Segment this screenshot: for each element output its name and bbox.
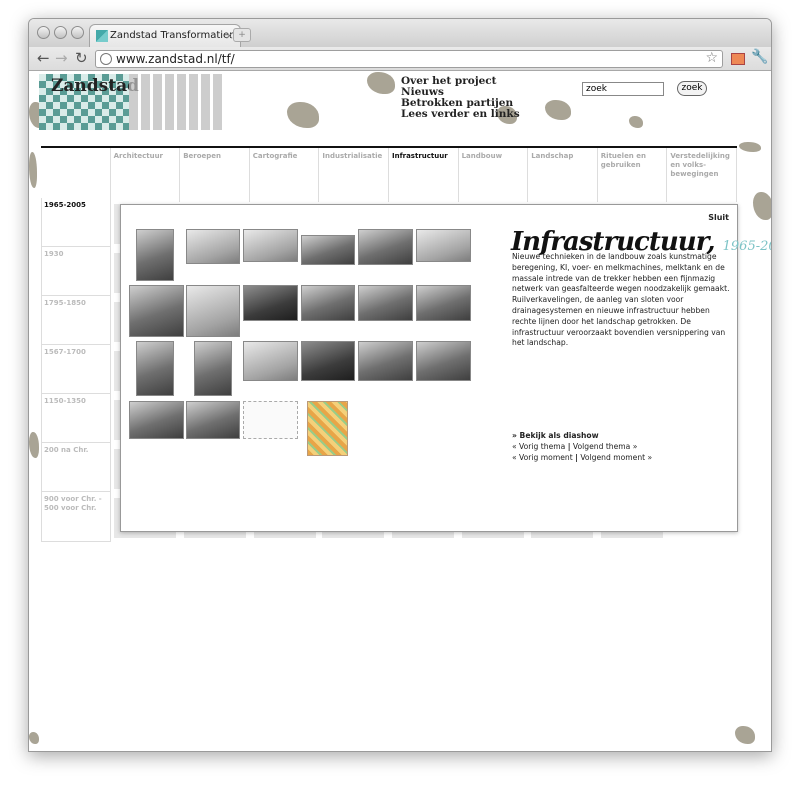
web-page: Zandstad Over het project Nieuws Betrokk… [29,72,771,751]
theme-verstedelijking[interactable]: Verstedelijking en volks-bewegingen [667,148,737,202]
theme-beroepen[interactable]: Beroepen [180,148,250,202]
link-separator: | [567,442,571,451]
theme-industrialisatie[interactable]: Industrialisatie [319,148,389,202]
period-200-na-chr[interactable]: 200 na Chr. [41,443,111,492]
wrench-icon[interactable]: 🔧 [751,49,768,65]
map-blob [287,102,319,128]
map-blob [29,732,39,744]
photo-thumbnail[interactable] [301,341,355,381]
theme-cartografie[interactable]: Cartografie [250,148,320,202]
favicon-icon [96,30,108,42]
theme-architectuur[interactable]: Architectuur [111,148,181,202]
address-bar[interactable]: www.zandstad.nl/tf/ ☆ [95,50,723,68]
theme-description: Nieuwe technieken in de landbouw zoals k… [512,252,730,348]
sketch-thumbnail[interactable] [243,401,298,439]
reload-icon[interactable]: ↻ [75,50,88,66]
theme-landbouw[interactable]: Landbouw [459,148,529,202]
photo-thumbnail[interactable] [186,401,240,439]
period-1965-2005[interactable]: 1965-2005 [41,198,111,247]
globe-icon [100,53,112,65]
photo-thumbnail[interactable] [129,285,184,337]
map-blob [753,192,771,220]
photo-thumbnail[interactable] [301,235,355,265]
map-blob [545,100,571,120]
empty-corner-cell [41,148,111,202]
photo-thumbnail[interactable] [416,229,471,262]
extension-icon[interactable] [731,53,745,65]
close-overlay-button[interactable]: Sluit [708,213,729,222]
back-arrow-icon[interactable]: ← [37,50,50,66]
new-tab-button[interactable]: + [233,28,251,42]
browser-toolbar: ← → ↻ www.zandstad.nl/tf/ ☆ 🔧 [29,47,771,71]
theme-rituelen[interactable]: Rituelen en gebruiken [598,148,668,202]
map-blob [739,142,761,152]
photo-thumbnail[interactable] [129,401,184,439]
photo-thumbnail[interactable] [358,229,413,265]
period-1567-1700[interactable]: 1567-1700 [41,345,111,394]
period-1930[interactable]: 1930 [41,247,111,296]
photo-thumbnail[interactable] [243,341,298,381]
forward-arrow-icon[interactable]: → [55,50,68,66]
map-thumbnail[interactable] [307,401,348,456]
photo-thumbnail[interactable] [358,341,413,381]
search-input[interactable] [582,82,664,96]
search-button[interactable]: zoek [677,81,707,96]
nav-link-lees-verder[interactable]: Lees verder en links [401,109,520,120]
photo-thumbnail[interactable] [243,285,298,321]
title-bar: Zandstad Transformatiemon × + [29,19,771,47]
photo-thumbnail[interactable] [243,229,298,262]
link-separator: | [575,453,578,462]
map-blob [367,72,395,94]
minimize-window-button[interactable] [54,26,67,39]
top-navigation: Over het project Nieuws Betrokken partij… [401,76,520,120]
browser-window: Zandstad Transformatiemon × + ← → ↻ www.… [28,18,772,752]
prev-theme-link[interactable]: « Vorig thema [512,442,565,451]
photo-thumbnail[interactable] [416,285,471,321]
logo-text: Zandstad [51,76,139,96]
photo-thumbnail[interactable] [136,341,174,396]
maximize-window-button[interactable] [71,26,84,39]
site-logo[interactable]: Zandstad [39,74,139,130]
prev-moment-link[interactable]: « Vorig moment [512,453,573,462]
close-window-button[interactable] [37,26,50,39]
overlay-navigation: » Bekijk als diashow « Vorig thema | Vol… [512,430,652,463]
period-900-voor-chr[interactable]: 900 voor Chr. - 500 voor Chr. [41,492,111,542]
photo-thumbnail[interactable] [136,229,174,281]
period-1795-1850[interactable]: 1795-1850 [41,296,111,345]
theme-header-row: Architectuur Beroepen Cartografie Indust… [41,146,737,202]
map-blob [29,432,39,458]
theme-infrastructuur[interactable]: Infrastructuur [389,148,459,202]
theme-detail-overlay: Sluit Infrastructuur, 1965-2 Nieuwe tech… [120,204,771,532]
period-column: 1965-2005 1930 1795-1850 1567-1700 1150-… [41,198,111,542]
slideshow-link[interactable]: » Bekijk als diashow [512,430,652,441]
photo-thumbnail[interactable] [186,285,240,337]
bookmark-star-icon[interactable]: ☆ [705,50,718,66]
photo-thumbnail[interactable] [358,285,413,321]
map-blob [735,726,755,744]
photo-thumbnail[interactable] [301,285,355,321]
url-text: www.zandstad.nl/tf/ [116,52,235,66]
photo-thumbnail[interactable] [416,341,471,381]
map-blob [29,152,37,188]
theme-landschap[interactable]: Landschap [528,148,598,202]
browser-tab[interactable]: Zandstad Transformatiemon × [89,24,251,47]
map-blob [629,116,643,128]
photo-thumbnail[interactable] [194,341,232,396]
header-thumbnail-grid [129,74,225,130]
next-theme-link[interactable]: Volgend thema » [573,442,637,451]
next-moment-link[interactable]: Volgend moment » [580,453,652,462]
period-1150-1350[interactable]: 1150-1350 [41,394,111,443]
photo-thumbnail[interactable] [186,229,240,264]
